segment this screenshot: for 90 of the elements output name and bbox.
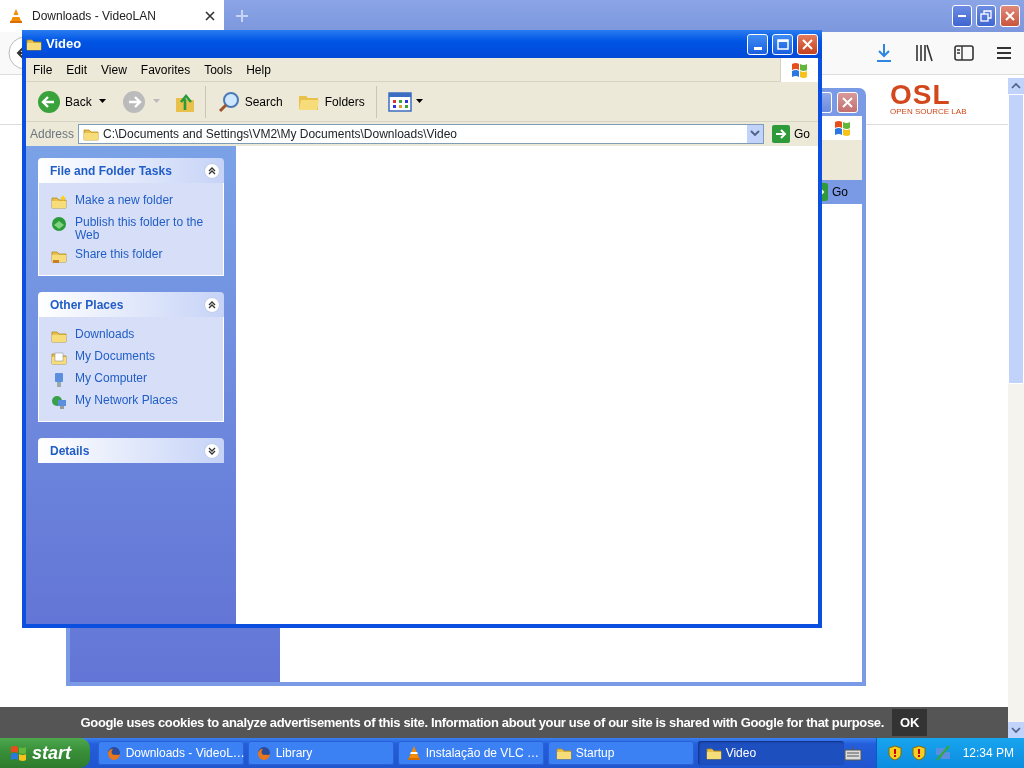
shield-icon[interactable] [910, 745, 927, 761]
taskbar-button[interactable]: Library [247, 741, 394, 765]
taskbar-button[interactable]: Video [697, 741, 844, 765]
menu-item[interactable]: Help [239, 60, 278, 79]
scroll-down-icon[interactable] [1008, 722, 1024, 738]
taskbar-button[interactable]: Startup [547, 741, 694, 765]
go-button[interactable]: Go [822, 180, 862, 204]
folder-icon [51, 194, 67, 210]
menu-item[interactable]: Tools [197, 60, 240, 79]
taskbar-button[interactable]: Instalação de VLC … [397, 741, 544, 765]
search-icon [216, 89, 241, 114]
menu-item[interactable]: File [26, 60, 60, 79]
views-icon [387, 91, 412, 112]
task-link[interactable]: Publish this folder to the Web [51, 213, 217, 245]
cone-icon [405, 745, 422, 761]
close-button[interactable] [1000, 5, 1020, 27]
windows-logo [8, 743, 28, 763]
clock: 12:34 PM [962, 745, 1014, 762]
arrow-icon [822, 183, 828, 201]
folders-button[interactable]: Folders [293, 89, 368, 114]
panel-header[interactable]: Details [38, 438, 224, 463]
maximize-button[interactable] [772, 33, 793, 55]
taskbar-button[interactable]: Downloads - VideoL… [97, 741, 244, 765]
folder-icon [51, 248, 67, 264]
toolbar [822, 140, 862, 180]
minimize-icon [958, 15, 966, 17]
close-button[interactable] [837, 91, 858, 113]
start-button[interactable]: start [0, 738, 90, 768]
close-button[interactable] [797, 33, 818, 55]
menu-item[interactable]: Edit [59, 60, 95, 79]
ok-button[interactable]: OK [891, 708, 928, 737]
close-icon [842, 96, 853, 108]
windows-logo [789, 60, 810, 80]
scrollbar[interactable] [1008, 78, 1024, 738]
window-title: Video [46, 35, 83, 54]
expand-icon[interactable] [204, 442, 220, 459]
tab-title: Downloads - VideoLAN [32, 8, 157, 25]
scroll-thumb[interactable] [1008, 94, 1024, 384]
minimize-button[interactable] [747, 33, 768, 55]
maximize-icon [776, 38, 789, 50]
address-label: Address [30, 126, 75, 143]
keyboard-icon[interactable] [843, 745, 862, 761]
restore-icon [980, 10, 992, 22]
task-link[interactable]: Downloads [51, 325, 217, 347]
go-button[interactable]: Go [768, 125, 814, 143]
folder-icon [83, 126, 100, 142]
address-path: C:\Documents and Settings\VM2\My Documents\Downloads\Video [103, 126, 458, 143]
firefox-icon [105, 745, 122, 761]
panel-header[interactable]: File and Folder Tasks [38, 158, 224, 183]
dropdown-caret-icon[interactable] [98, 98, 107, 105]
close-icon[interactable] [204, 10, 216, 22]
menu-item[interactable]: View [94, 60, 134, 79]
restore-button[interactable] [976, 5, 996, 27]
task-link[interactable]: My Network Places [51, 391, 217, 413]
shield-icon[interactable] [886, 745, 903, 761]
folder-icon [705, 745, 722, 761]
logo-tagline: OPEN SOURCE LAB [890, 107, 967, 116]
back-button[interactable]: Back [34, 89, 95, 114]
task-link[interactable]: My Computer [51, 369, 217, 391]
cookie-notice: Google uses cookies to analyze advertisements of this site. Information about your use of our site is shared with Google for that purpose. [80, 713, 884, 732]
panel-title: Other Places [50, 296, 124, 314]
logo-text: OSL [890, 83, 952, 107]
task-link[interactable]: Share this folder [51, 245, 217, 267]
task-link[interactable]: My Documents [51, 347, 217, 369]
network-icon [51, 394, 67, 410]
logo[interactable]: OSL OPEN SOURCE LAB [890, 83, 967, 116]
back-icon[interactable] [8, 36, 22, 70]
minimize-icon [753, 46, 762, 50]
firefox-icon [255, 745, 272, 761]
menu-item[interactable]: Favorites [133, 60, 198, 79]
scroll-up-icon[interactable] [1008, 78, 1024, 94]
documents-icon [51, 350, 67, 366]
panel-header[interactable]: Other Places [38, 292, 224, 317]
search-button[interactable]: Search [213, 89, 286, 114]
collapse-icon[interactable] [204, 162, 220, 179]
task-link[interactable]: Make a new folder [51, 191, 217, 213]
globe-icon [51, 216, 67, 232]
folder-icon [26, 36, 42, 52]
collapse-icon[interactable] [204, 296, 220, 313]
close-icon [1004, 10, 1016, 22]
minimize-button[interactable] [952, 5, 972, 27]
address-field[interactable]: C:\Documents and Settings\VM2\My Documents\Downloads\Video [78, 124, 764, 144]
cone-icon [8, 8, 24, 24]
browser-tab[interactable]: Downloads - VideoLAN [0, 0, 224, 32]
folder-icon [51, 328, 67, 344]
caret-icon [415, 99, 423, 104]
panel-title: File and Folder Tasks [50, 162, 172, 180]
panel-title: Details [50, 442, 90, 460]
close-icon [802, 38, 813, 50]
folder-icon [555, 745, 572, 761]
